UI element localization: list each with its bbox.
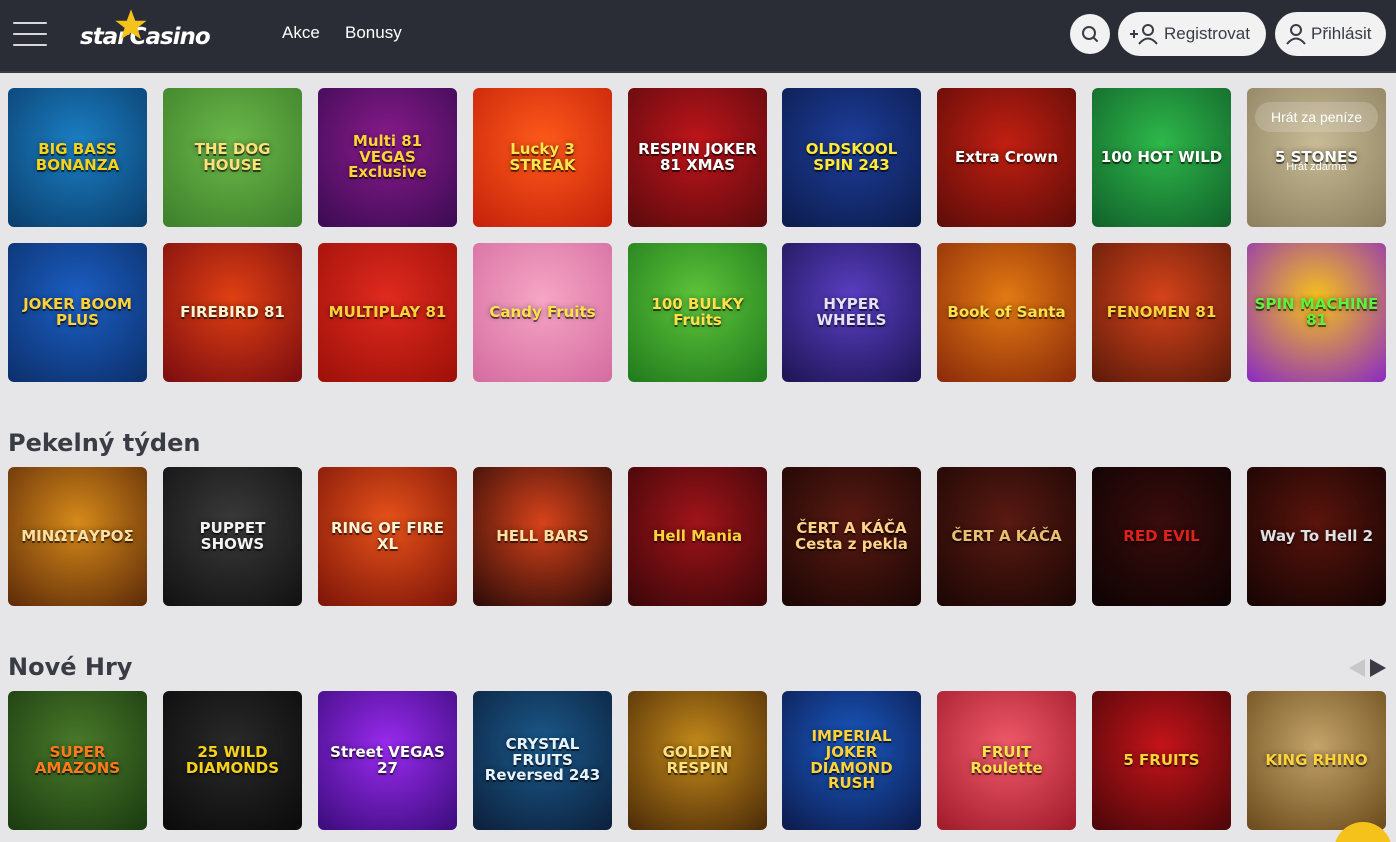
game-tile[interactable]: RED EVIL [1092,467,1231,606]
game-title: RING OF FIRE XL [330,518,445,553]
game-tile[interactable]: ČERT A KÁČA Cesta z pekla [782,467,921,606]
game-title: Candy Fruits [489,302,596,321]
game-title: Lucky 3 STREAK [509,139,576,174]
game-tile[interactable]: CRYSTAL FRUITS Reversed 243 [473,691,612,830]
login-label: Přihlásit [1311,24,1372,43]
game-title: ΜΙΝΩΤΑΥΡΟΣ [21,526,134,545]
carousel-next-arrow[interactable] [1370,659,1386,677]
search-icon [1082,26,1098,42]
game-tile[interactable]: FRUIT Roulette [937,691,1076,830]
game-title: Multi 81 VEGAS Exclusive [348,131,427,182]
game-tile[interactable]: SPIN MACHINE 81 [1247,243,1386,382]
game-tile[interactable]: GOLDEN RESPIN [628,691,767,830]
game-title: IMPERIAL JOKER DIAMOND RUSH [810,727,893,793]
game-tile[interactable]: KING RHINO [1247,691,1386,830]
game-tile[interactable]: Multi 81 VEGAS Exclusive [318,88,457,227]
game-tile[interactable]: HELL BARS [473,467,612,606]
game-tile[interactable]: HYPER WHEELS [782,243,921,382]
game-title: HYPER WHEELS [816,294,887,329]
add-user-icon [1130,24,1158,45]
site-header: starCasino Akce Bonusy Registrovat Přihl… [0,0,1396,73]
game-tile[interactable]: SUPER AMAZONS [8,691,147,830]
game-tile[interactable]: ČERT A KÁČA [937,467,1076,606]
game-title: CRYSTAL FRUITS Reversed 243 [484,734,601,785]
register-button[interactable]: Registrovat [1118,12,1266,56]
play-free-button[interactable]: Hrát zdarma [1255,154,1378,180]
user-icon [1286,24,1306,45]
game-title: FENOMEN 81 [1106,302,1217,321]
game-title: PUPPET SHOWS [199,518,266,553]
game-title: MULTIPLAY 81 [328,302,447,321]
game-tile[interactable]: OLDSKOOL SPIN 243 [782,88,921,227]
game-title: JOKER BOOM PLUS [23,294,132,329]
game-title: ČERT A KÁČA Cesta z pekla [795,518,908,553]
star-icon [115,9,147,40]
game-tile[interactable]: Way To Hell 2 [1247,467,1386,606]
game-title: 100 HOT WILD [1100,147,1223,166]
game-title: 5 FRUITS [1123,750,1200,769]
game-tile[interactable]: 5 STONES Hrát za peníze Hrát zdarma [1247,88,1386,227]
game-title: OLDSKOOL SPIN 243 [805,139,898,174]
game-tile[interactable]: Extra Crown [937,88,1076,227]
game-tile[interactable]: 5 FRUITS [1092,691,1231,830]
game-title: BIG BASS BONANZA [35,139,120,174]
game-title: SPIN MACHINE 81 [1254,294,1379,329]
section-title-nove-hry: Nové Hry [8,653,133,681]
game-title: HELL BARS [496,526,589,545]
register-label: Registrovat [1164,24,1250,43]
game-tile[interactable]: PUPPET SHOWS [163,467,302,606]
game-title: THE DOG HOUSE [194,139,271,174]
game-tile[interactable]: Candy Fruits [473,243,612,382]
game-tile[interactable]: RESPIN JOKER 81 XMAS [628,88,767,227]
game-title: KING RHINO [1265,750,1368,769]
game-tile[interactable]: JOKER BOOM PLUS [8,243,147,382]
game-title: RESPIN JOKER 81 XMAS [638,139,757,174]
game-title: 25 WILD DIAMONDS [185,742,280,777]
game-title: RED EVIL [1123,526,1200,545]
game-title: Street VEGAS 27 [330,742,445,777]
game-tile[interactable]: ΜΙΝΩΤΑΥΡΟΣ [8,467,147,606]
game-title: Way To Hell 2 [1259,526,1374,545]
logo[interactable]: starCasino [80,9,235,58]
game-title: FRUIT Roulette [970,742,1043,777]
game-title: Book of Santa [947,302,1066,321]
game-tile[interactable]: RING OF FIRE XL [318,467,457,606]
game-tile[interactable]: Book of Santa [937,243,1076,382]
game-tile[interactable]: Lucky 3 STREAK [473,88,612,227]
section-title-pekelny-tyden: Pekelný týden [8,429,201,457]
game-tile[interactable]: 100 BULKY Fruits [628,243,767,382]
carousel-prev-arrow[interactable] [1349,659,1365,677]
game-tile[interactable]: BIG BASS BONANZA [8,88,147,227]
game-tile[interactable]: Hell Mania [628,467,767,606]
game-tile[interactable]: 100 HOT WILD [1092,88,1231,227]
game-title: FIREBIRD 81 [180,302,285,321]
game-title: 100 BULKY Fruits [651,294,744,329]
nav-bonusy[interactable]: Bonusy [345,23,402,43]
game-tile[interactable]: Street VEGAS 27 [318,691,457,830]
login-button[interactable]: Přihlásit [1275,12,1386,56]
hamburger-icon[interactable] [13,20,47,48]
game-title: GOLDEN RESPIN [662,742,733,777]
nav-akce[interactable]: Akce [282,23,320,43]
play-for-money-button[interactable]: Hrát za peníze [1255,102,1378,132]
game-tile[interactable]: FENOMEN 81 [1092,243,1231,382]
game-title: Extra Crown [954,147,1059,166]
game-tile[interactable]: IMPERIAL JOKER DIAMOND RUSH [782,691,921,830]
game-tile[interactable]: FIREBIRD 81 [163,243,302,382]
game-tile[interactable]: MULTIPLAY 81 [318,243,457,382]
game-title: ČERT A KÁČA [951,526,1062,545]
game-title: SUPER AMAZONS [34,742,121,777]
game-title: Hell Mania [652,526,743,545]
search-button[interactable] [1070,14,1110,54]
game-tile[interactable]: 25 WILD DIAMONDS [163,691,302,830]
game-tile[interactable]: THE DOG HOUSE [163,88,302,227]
